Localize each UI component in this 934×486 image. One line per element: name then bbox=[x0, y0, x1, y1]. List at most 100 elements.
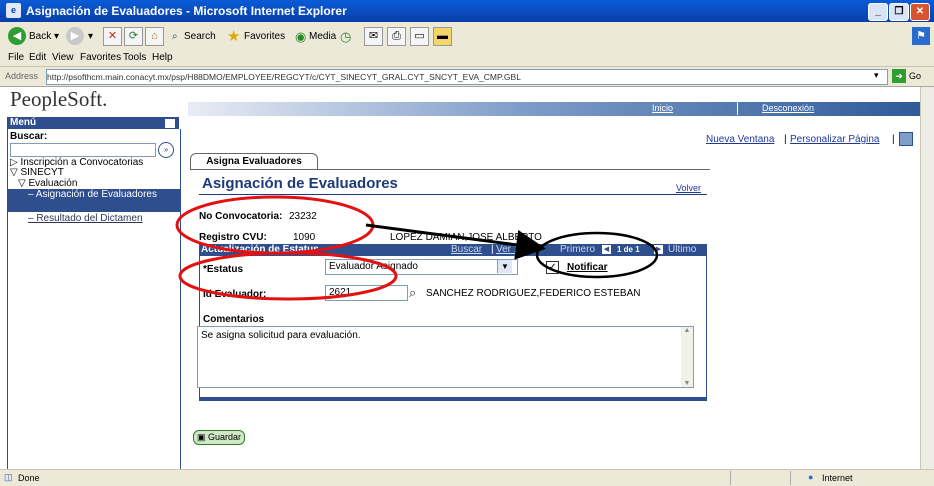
primero-link[interactable]: Primero bbox=[560, 244, 595, 256]
menu-title: Menú bbox=[10, 117, 37, 128]
home-icon[interactable]: ⌂ bbox=[145, 27, 164, 46]
menu-search-label: Buscar: bbox=[10, 131, 48, 142]
id-evaluador-input[interactable]: 2621 bbox=[325, 285, 408, 301]
link-separator: | bbox=[784, 134, 787, 145]
menu-item-asignacion[interactable]: – Asignación de Evaluadores bbox=[8, 189, 180, 212]
buscar-link[interactable]: Buscar bbox=[451, 244, 482, 256]
next-arrow-icon[interactable]: ▶ bbox=[654, 245, 663, 254]
page-done-icon: ◫ bbox=[4, 472, 13, 482]
close-button[interactable]: ✕ bbox=[910, 3, 930, 21]
volver-link[interactable]: Volver bbox=[676, 183, 701, 193]
desconexion-link[interactable]: Desconexión bbox=[762, 103, 814, 113]
search-button[interactable]: Search bbox=[184, 28, 216, 46]
back-dropdown-icon[interactable]: ▾ bbox=[54, 28, 59, 46]
zone-text: Internet bbox=[822, 473, 853, 483]
status-text: Done bbox=[18, 473, 40, 483]
lookup-icon[interactable]: ⌕ bbox=[409, 285, 416, 301]
menu-tools[interactable]: Tools bbox=[123, 52, 146, 63]
scroll-down-icon[interactable]: ▼ bbox=[681, 380, 693, 387]
evaluador-nombre: SANCHEZ RODRIGUEZ,FEDERICO ESTEBAN bbox=[426, 288, 641, 299]
page-title: Asignación de Evaluadores bbox=[202, 175, 398, 192]
menu-edit[interactable]: Edit bbox=[29, 52, 46, 63]
comentarios-label: Comentarios bbox=[203, 314, 265, 325]
go-arrow-icon[interactable]: ➜ bbox=[892, 69, 906, 83]
menu-help[interactable]: Help bbox=[152, 52, 173, 63]
edit-icon[interactable]: ▭ bbox=[410, 27, 429, 46]
go-button[interactable]: Go bbox=[909, 71, 921, 81]
page-scrollbar[interactable] bbox=[920, 87, 934, 469]
estatus-label: *Estatus bbox=[203, 264, 244, 275]
address-dropdown-icon[interactable]: ▾ bbox=[874, 70, 879, 81]
link-separator: | bbox=[892, 134, 895, 145]
favorites-button[interactable]: Favorites bbox=[244, 28, 285, 46]
folder-icon[interactable]: ▬ bbox=[433, 27, 452, 46]
menu-item-sinecyt[interactable]: ▽ SINECYT bbox=[10, 167, 64, 178]
grid-title: Actualización de Estatus bbox=[201, 244, 319, 255]
pager-count: 1 de 1 bbox=[617, 245, 640, 254]
ver-link[interactable]: Ver 1 bbox=[496, 244, 519, 256]
comentarios-textarea[interactable]: Se asigna solicitud para evaluación. bbox=[197, 326, 689, 388]
browser-toolbar: ◀ Back ▾ ▶ ▾ ✕ ⟳ ⌂ ⌕ Search ★ Favorites … bbox=[0, 22, 934, 51]
menu-favorites[interactable]: Favorites bbox=[80, 52, 121, 63]
media-icon[interactable]: ◉ bbox=[295, 28, 306, 46]
address-label: Address bbox=[5, 71, 39, 81]
tab-asigna-evaluadores[interactable]: Asigna Evaluadores bbox=[190, 153, 318, 169]
minimize-button[interactable]: _ bbox=[868, 3, 888, 21]
address-input[interactable]: http://psofthcm.main.conacyt.mx/psp/H88D… bbox=[46, 69, 888, 85]
search-icon[interactable]: ⌕ bbox=[172, 28, 178, 46]
menu-file[interactable]: File bbox=[8, 52, 24, 63]
estatus-select[interactable]: Evaluador Asignado bbox=[325, 259, 518, 275]
inicio-link[interactable]: Inicio bbox=[652, 103, 673, 113]
peoplesoft-logo: PeopleSoft. bbox=[10, 87, 108, 111]
menu-item-evaluacion[interactable]: ▽ Evaluación bbox=[18, 178, 77, 189]
back-button[interactable]: Back bbox=[29, 28, 51, 46]
collapse-icon[interactable] bbox=[165, 119, 175, 128]
menu-item-label: SINECYT bbox=[20, 167, 64, 178]
back-arrow-icon[interactable]: ◀ bbox=[8, 27, 26, 45]
favorites-star-icon[interactable]: ★ bbox=[227, 28, 240, 46]
menu-item-label: – Asignación de Evaluadores bbox=[28, 189, 157, 200]
mail-icon[interactable]: ✉ bbox=[364, 27, 383, 46]
textarea-scrollbar[interactable]: ▲ ▼ bbox=[681, 326, 694, 388]
registro-cvu-label: Registro CVU: bbox=[199, 232, 267, 243]
notificar-label: Notificar bbox=[567, 262, 608, 273]
menu-view[interactable]: View bbox=[52, 52, 74, 63]
expanded-arrow-icon: ▽ bbox=[10, 167, 21, 178]
estatus-selected-value: Evaluador Asignado bbox=[329, 261, 418, 272]
notificar-checkbox[interactable]: ✓ bbox=[546, 261, 559, 274]
help-icon[interactable] bbox=[899, 132, 913, 146]
forward-arrow-icon[interactable]: ▶ bbox=[66, 27, 84, 45]
media-button[interactable]: Media bbox=[309, 28, 336, 46]
menu-item-resultado[interactable]: – Resultado del Dictamen bbox=[28, 213, 143, 224]
history-icon[interactable]: ◷ bbox=[340, 28, 351, 46]
save-label: Guardar bbox=[208, 432, 242, 442]
comentarios-value: Se asigna solicitud para evaluación. bbox=[201, 330, 361, 341]
no-convocatoria-value: 23232 bbox=[289, 211, 317, 222]
stop-icon[interactable]: ✕ bbox=[103, 27, 122, 46]
nueva-ventana-link[interactable]: Nueva Ventana bbox=[706, 134, 774, 145]
menu-search-input[interactable] bbox=[10, 143, 156, 157]
menu-header: Menú bbox=[7, 117, 179, 129]
status-divider bbox=[790, 471, 791, 485]
address-url: http://psofthcm.main.conacyt.mx/psp/H88D… bbox=[47, 72, 521, 82]
save-button[interactable]: ▣ Guardar bbox=[193, 430, 245, 445]
personalizar-link[interactable]: Personalizar Página bbox=[790, 134, 880, 145]
menu-search-go-icon[interactable]: » bbox=[158, 142, 174, 158]
ie-icon: e bbox=[6, 3, 21, 18]
print-icon[interactable]: ⎙ bbox=[387, 27, 406, 46]
persona-name: LOPEZ DAMIAN,JOSE ALBERTO bbox=[390, 232, 542, 243]
status-divider bbox=[730, 471, 731, 485]
no-convocatoria-label: No Convocatoria: bbox=[199, 211, 283, 222]
menu-item-label: Evaluación bbox=[28, 178, 78, 189]
grid-footer bbox=[199, 397, 707, 401]
restore-button[interactable]: ❐ bbox=[889, 3, 909, 21]
window-title: Asignación de Evaluadores - Microsoft In… bbox=[26, 4, 347, 18]
refresh-icon[interactable]: ⟳ bbox=[124, 27, 143, 46]
scroll-up-icon[interactable]: ▲ bbox=[681, 327, 693, 334]
ultimo-link[interactable]: Último bbox=[668, 244, 696, 256]
prev-arrow-icon[interactable]: ◀ bbox=[602, 245, 611, 254]
header-rule bbox=[199, 194, 707, 195]
chevron-down-icon[interactable]: ▼ bbox=[497, 260, 512, 273]
tab-divider bbox=[190, 169, 710, 170]
forward-dropdown-icon[interactable]: ▾ bbox=[88, 28, 93, 46]
